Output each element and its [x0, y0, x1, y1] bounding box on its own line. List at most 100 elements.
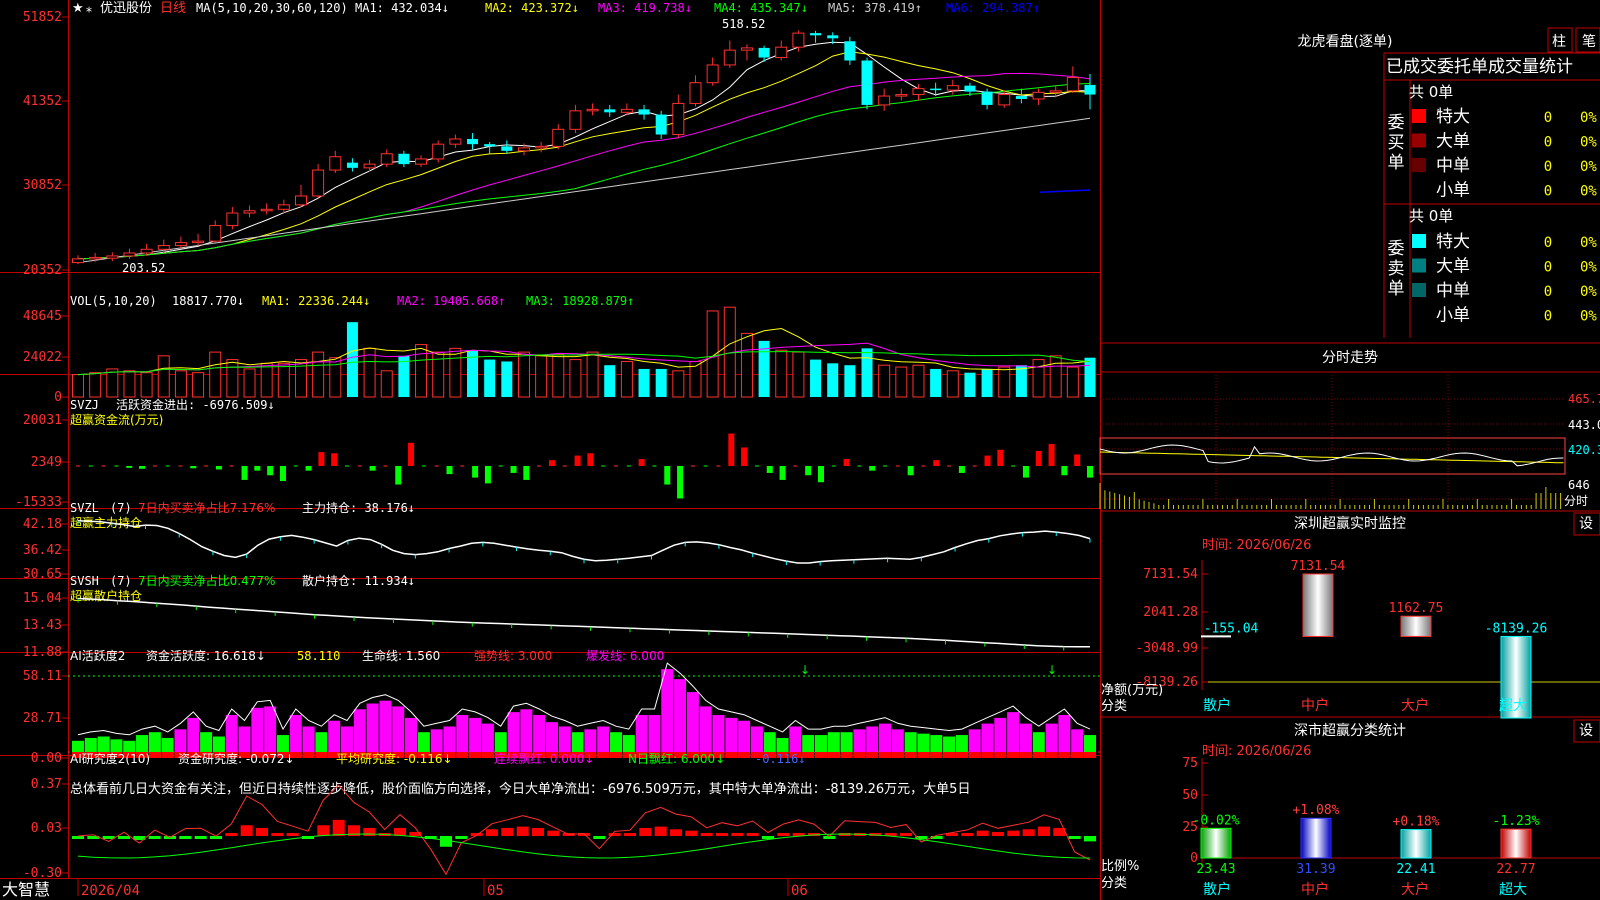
ai-research-streak: 连续飘红: 0.000↓: [494, 751, 594, 766]
candle-body: [329, 156, 342, 171]
ai-research-extra: -0.116↓: [755, 752, 806, 766]
y-tick-label: 41352: [23, 94, 62, 109]
ma-legend-item: MA5: 378.419↑: [828, 1, 922, 15]
candle-body: [638, 109, 650, 115]
activity-base: [968, 752, 981, 758]
time-label: 05: [487, 883, 504, 899]
candle-body: [346, 162, 358, 168]
svzj-bar: [587, 453, 594, 466]
svzj-bar: [843, 459, 850, 466]
volume-bar: [260, 362, 273, 398]
candle-body: [689, 82, 702, 104]
activity-bar: [1058, 715, 1071, 758]
candle-body: [655, 114, 667, 135]
candle-body: [861, 60, 873, 105]
y-tick-label: 58.11: [23, 669, 62, 684]
high-label: 518.52: [722, 17, 765, 31]
ai-research-title: AI研究度2(10): [70, 751, 150, 766]
activity-bar: [686, 692, 699, 758]
y-tick-label: 42.18: [23, 517, 62, 532]
candlesticks[interactable]: [72, 30, 1096, 265]
candle-body: [964, 85, 976, 92]
candle-body: [243, 210, 256, 214]
svsh-param: (7): [110, 574, 132, 588]
svzj-bar: [548, 460, 555, 466]
svzj-bar: [817, 466, 824, 483]
svsh-holding: 散户持仓: 11.934↓: [302, 573, 415, 588]
svzj-bars: [76, 433, 1093, 499]
volume-bars: [72, 306, 1096, 398]
svzl-axis: 42.18 36.42 30.65: [23, 517, 68, 582]
volume-bar: [415, 344, 428, 398]
y-tick-label: -15333: [15, 495, 62, 510]
svzj-bar: [997, 449, 1004, 466]
activity-base: [955, 752, 968, 758]
svzj-bar: [805, 466, 812, 476]
volume-bar: [226, 359, 239, 398]
svsh-axis: 15.04 13.43 11.88: [23, 591, 68, 660]
svzj-bar: [1061, 466, 1068, 476]
svzj-bar: [1022, 466, 1029, 478]
research-bar: [700, 833, 713, 836]
activity-bar: [520, 709, 533, 758]
volume-bar: [775, 349, 788, 398]
activity-base: [866, 752, 879, 758]
ma-line: [77, 41, 1090, 260]
candle-body: [1066, 77, 1079, 92]
volume-bar: [1032, 359, 1045, 398]
research-bar: [225, 833, 238, 836]
volume-bar: [449, 347, 462, 398]
candle-body: [467, 138, 479, 145]
svzj-bar: [395, 466, 402, 485]
activity-base: [597, 752, 610, 758]
volume-bar: [586, 351, 599, 398]
svzj-bar: [318, 452, 325, 466]
volume-bar: [1084, 357, 1096, 397]
svzj-bar: [279, 466, 286, 482]
volume-bar: [89, 372, 102, 398]
y-tick-label: 2349: [31, 455, 62, 470]
ai-research-nday: N日飘红: 6.000↓: [628, 751, 725, 766]
y-tick-label: 0: [54, 390, 62, 405]
candle-body: [552, 128, 565, 147]
volume-bar: [106, 368, 119, 398]
activity-base: [904, 752, 917, 758]
svzj-bar: [139, 466, 146, 469]
research-bar: [1084, 836, 1096, 842]
activity-base: [148, 752, 161, 758]
candle-body: [723, 49, 736, 66]
activity-base: [879, 752, 892, 758]
volume-bar: [501, 361, 513, 397]
y-tick-label: 0.00: [31, 751, 62, 766]
svzj-bar: [779, 466, 786, 480]
main-chart-area[interactable]: ★ ⁎ 优迅股份 日线 MA(5,10,20,30,60,120) MA1: 4…: [0, 0, 1600, 900]
candle-body: [535, 145, 548, 149]
research-bar: [240, 825, 253, 836]
stock-name: 优迅股份: [100, 1, 152, 16]
activity-base: [840, 752, 853, 758]
svzj-bar: [638, 459, 645, 466]
vol-legend-item: MA2: 19405.668↑: [397, 294, 505, 308]
life-line-label: 生命线: 1.560: [362, 648, 440, 663]
arrow-icon: ⁎: [86, 1, 92, 15]
vol-title: VOL(5,10,20): [70, 294, 157, 308]
candle-body: [740, 47, 753, 51]
vol-legend-item: MA1: 22336.244↓: [262, 294, 370, 308]
candle-body: [946, 85, 959, 91]
burst-line-label: 爆发线: 6.000: [586, 648, 664, 663]
ma-line: [77, 83, 1091, 260]
candle-body: [758, 47, 770, 58]
candle-body: [106, 255, 119, 259]
activity-base: [1045, 752, 1058, 758]
volume-bar: [140, 372, 153, 398]
ai-activity-bars: ↓ ↓: [68, 662, 1100, 758]
candle-body: [844, 41, 856, 61]
period-label[interactable]: 日线: [160, 1, 186, 16]
ma-legend-item: MA1: 432.034↓: [355, 1, 449, 15]
ma-legend-item: MA3: 419.738↓: [598, 1, 692, 15]
volume-bar: [878, 364, 891, 398]
activity-bar: [674, 679, 687, 758]
favorite-star-icon[interactable]: ★: [72, 1, 84, 16]
volume-bar: [604, 365, 616, 397]
volume-bar: [638, 368, 650, 397]
